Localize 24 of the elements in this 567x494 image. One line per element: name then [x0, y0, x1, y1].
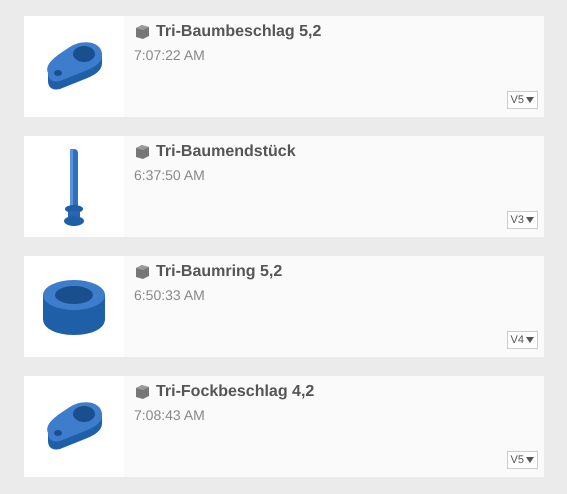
design-card[interactable]: Tri-Baumring 5,2 6:50:33 AM V4: [24, 256, 544, 357]
design-name[interactable]: Tri-Baumring 5,2: [156, 263, 282, 281]
modified-time: 7:07:22 AM: [134, 47, 206, 63]
modified-time: 6:50:33 AM: [134, 287, 206, 303]
version-dropdown[interactable]: V5: [506, 91, 538, 109]
version-dropdown[interactable]: V3: [506, 211, 538, 229]
caret-icon: [526, 337, 534, 343]
design-name[interactable]: Tri-Baumendstück: [156, 143, 296, 161]
version-dropdown[interactable]: V4: [506, 331, 538, 349]
design-card[interactable]: Tri-Fockbeschlag 4,2 7:08:43 AM V5: [24, 376, 544, 477]
modified-time: 7:08:43 AM: [134, 407, 206, 423]
modified-time: 6:37:50 AM: [134, 167, 206, 183]
version-dropdown[interactable]: V5: [506, 451, 538, 469]
cube-icon: [134, 144, 150, 160]
design-card[interactable]: Tri-Baumendstück 6:37:50 AM V3: [24, 136, 544, 237]
caret-icon: [526, 217, 534, 223]
design-card[interactable]: Tri-Baumbeschlag 5,2 7:07:22 AM V5: [24, 16, 544, 117]
design-name[interactable]: Tri-Baumbeschlag 5,2: [156, 23, 322, 41]
caret-icon: [526, 457, 534, 463]
cube-icon: [134, 24, 150, 40]
caret-icon: [526, 97, 534, 103]
cube-icon: [134, 384, 150, 400]
cube-icon: [134, 264, 150, 280]
design-name[interactable]: Tri-Fockbeschlag 4,2: [156, 383, 314, 401]
